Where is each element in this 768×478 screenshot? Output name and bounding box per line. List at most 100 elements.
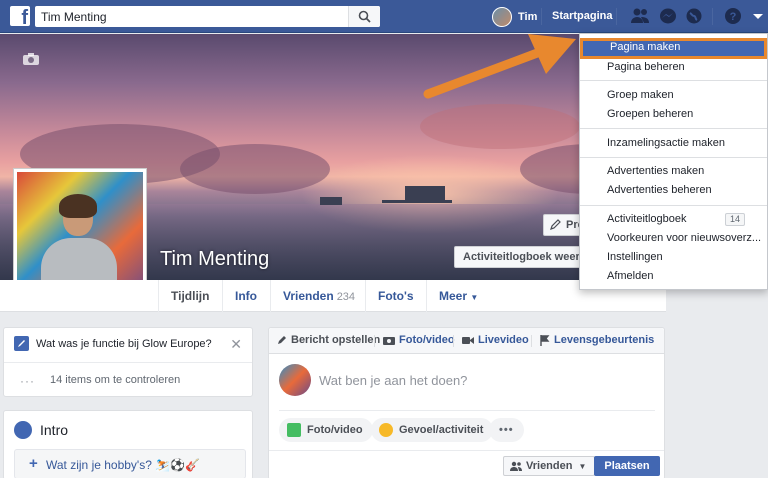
menu-item-news-feed-preferences[interactable]: Voorkeuren voor nieuwsoverz... [580, 229, 767, 248]
tab-label: Info [235, 289, 257, 303]
menu-item-create-fundraiser[interactable]: Inzamelingsactie maken [580, 134, 767, 153]
plus-icon: + [29, 455, 38, 472]
menu-item-manage-ads[interactable]: Advertenties beheren [580, 181, 767, 200]
account-menu-chevron-down-icon[interactable] [748, 7, 768, 25]
intro-card: Intro + Wat zijn je hobby's? ⛷️⚽🎸 [3, 410, 253, 478]
tab-about[interactable]: Info [222, 280, 269, 312]
flag-icon [540, 334, 550, 346]
menu-item-settings[interactable]: Instellingen [580, 248, 767, 267]
facebook-logo-icon[interactable]: f [10, 6, 30, 28]
divider [580, 128, 767, 129]
composer-footer: Vrienden ▼ Plaatsen [269, 450, 664, 478]
tab-create-post[interactable]: Bericht opstellen [277, 334, 380, 346]
camera-icon[interactable] [22, 52, 40, 66]
tab-photos[interactable]: Foto's [365, 280, 426, 312]
cover-cloud [420, 104, 580, 149]
profile-question[interactable]: Wat was je functie bij Glow Europe? [36, 338, 212, 350]
activity-count-badge: 14 [724, 213, 745, 226]
svg-text:?: ? [730, 11, 737, 23]
notifications-globe-icon[interactable] [684, 7, 704, 25]
account-dropdown-menu: Pagina maken Pagina beheren Groep maken … [579, 33, 768, 290]
feeling-activity-button[interactable]: Gevoel/activiteit [371, 418, 494, 442]
search-box [35, 6, 380, 27]
menu-item-create-ads[interactable]: Advertenties maken [580, 162, 767, 181]
search-icon [358, 10, 371, 23]
cover-cloud [180, 144, 330, 194]
friends-count: 234 [336, 291, 356, 303]
photo-icon [287, 423, 301, 437]
menu-item-create-group[interactable]: Groep maken [580, 86, 767, 105]
profile-tabs: Tijdlijn Info Vrienden 234 Foto's Meer ▼ [0, 280, 666, 312]
divider [580, 80, 767, 81]
divider [580, 205, 767, 206]
divider [4, 362, 252, 363]
chevron-down-icon: ▼ [578, 462, 587, 471]
friend-requests-icon[interactable] [630, 7, 650, 25]
tab-label: Foto/video [399, 334, 455, 346]
review-items-count[interactable]: 14 items om te controleren [50, 374, 180, 386]
divider [279, 410, 655, 411]
divider [712, 8, 713, 25]
divider [541, 8, 542, 25]
globe-icon [14, 421, 32, 439]
camera-icon [383, 337, 395, 345]
tab-photo-video[interactable]: Foto/video [383, 334, 455, 346]
user-name: Tim [518, 10, 538, 23]
annotation-arrow-icon [423, 34, 576, 99]
home-link[interactable]: Startpagina [552, 10, 613, 22]
post-input[interactable]: Wat ben je aan het doen? [319, 373, 467, 388]
help-icon[interactable]: ? [723, 7, 743, 25]
close-icon[interactable]: ✕ [230, 336, 242, 353]
profile-question-card: Wat was je functie bij Glow Europe? ✕ ··… [3, 327, 253, 397]
tab-live-video[interactable]: Livevideo [462, 334, 529, 346]
search-input[interactable] [35, 6, 335, 27]
menu-item-create-page[interactable]: Pagina maken [580, 38, 767, 59]
add-hobbies-button[interactable]: + Wat zijn je hobby's? ⛷️⚽🎸 [14, 449, 246, 478]
audience-label: Vrienden [526, 460, 573, 472]
composer-tabs: Bericht opstellen Foto/video Livevideo L… [269, 328, 664, 354]
cover-hut [320, 197, 342, 205]
tab-label: Livevideo [478, 334, 529, 346]
pencil-icon [278, 336, 286, 344]
tab-more[interactable]: Meer ▼ [426, 280, 490, 312]
tab-friends[interactable]: Vrienden 234 [270, 280, 367, 312]
tab-label: Foto's [378, 289, 414, 303]
post-composer: Bericht opstellen Foto/video Livevideo L… [268, 327, 665, 478]
cover-pier [382, 200, 452, 203]
messenger-icon[interactable] [658, 7, 678, 25]
menu-item-manage-groups[interactable]: Groepen beheren [580, 105, 767, 124]
pencil-icon [550, 219, 561, 230]
friends-icon [510, 461, 522, 471]
profile-name[interactable]: Tim Menting [160, 248, 269, 271]
chevron-down-icon: ▼ [470, 293, 479, 302]
divider [531, 335, 532, 347]
edit-icon [14, 336, 29, 351]
tab-label: Bericht opstellen [291, 334, 381, 346]
tab-timeline[interactable]: Tijdlijn [158, 280, 221, 312]
menu-item-log-out[interactable]: Afmelden [580, 267, 767, 286]
post-button[interactable]: Plaatsen [594, 456, 660, 476]
tab-label: Meer [439, 289, 468, 303]
smiley-icon [379, 423, 393, 437]
top-navigation-bar: f Tim Startpagina ? [0, 0, 768, 33]
audience-selector[interactable]: Vrienden ▼ [503, 456, 596, 476]
tab-label: Tijdlijn [171, 289, 210, 303]
search-button[interactable] [348, 6, 380, 27]
tab-label: Vrienden [283, 289, 334, 303]
intro-title: Intro [40, 422, 69, 438]
tab-life-event[interactable]: Levensgebeurtenis [540, 334, 654, 346]
more-options-button[interactable]: ••• [489, 418, 524, 442]
menu-item-label: Activiteitlogboek [607, 213, 687, 225]
button-label: Foto/video [307, 424, 363, 436]
divider [374, 335, 375, 347]
menu-item-activity-log[interactable]: Activiteitlogboek 14 [580, 210, 767, 229]
more-dots-icon: ••• [499, 424, 514, 436]
divider [453, 335, 454, 347]
video-camera-icon [462, 337, 474, 344]
profile-link[interactable]: Tim [492, 6, 537, 27]
more-dots-icon: ··· [20, 374, 35, 388]
photo-video-button[interactable]: Foto/video [279, 418, 373, 442]
menu-item-manage-pages[interactable]: Pagina beheren [580, 58, 767, 77]
divider [616, 8, 617, 25]
divider [580, 157, 767, 158]
